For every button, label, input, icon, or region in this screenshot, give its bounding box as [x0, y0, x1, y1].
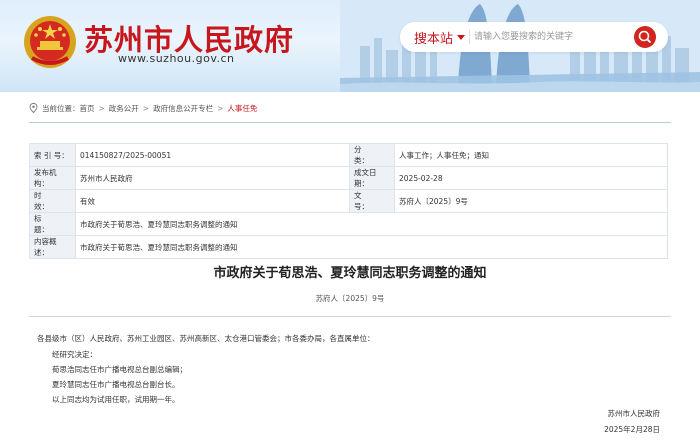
- summary-key: 内容概述：: [29, 235, 76, 259]
- search-box: 搜本站: [400, 22, 668, 52]
- index-value: 014150827/2025-00051: [75, 143, 350, 167]
- document-paragraph: 经研究决定：: [52, 350, 97, 359]
- location-pin-icon: [29, 103, 38, 113]
- breadcrumb-separator: >: [142, 103, 150, 113]
- search-icon: [638, 30, 651, 43]
- breadcrumb-separator: >: [217, 103, 224, 113]
- document-signature: 苏州市人民政府: [607, 409, 661, 418]
- category-key: 分 类：: [349, 143, 395, 167]
- breadcrumb-gov-affairs[interactable]: 政务公开: [109, 103, 139, 114]
- search-input[interactable]: [474, 28, 624, 46]
- breadcrumb-divider: [29, 122, 671, 123]
- info-row: 内容概述： 市政府关于荀思浩、夏玲慧同志职务调整的通知: [29, 235, 668, 259]
- breadcrumb-label: 当前位置：: [42, 103, 80, 113]
- breadcrumb-separator: >: [98, 103, 105, 113]
- info-row: 发布机构： 苏州市人民政府 成文日期： 2025-02-28: [29, 166, 668, 190]
- info-row: 标 题： 市政府关于荀思浩、夏玲慧同志职务调整的通知: [29, 212, 668, 236]
- summary-value: 市政府关于荀思浩、夏玲慧同志职务调整的通知: [75, 235, 668, 259]
- document-date: 2025年2月28日: [604, 425, 660, 434]
- doc-number-value: 苏府人〔2025〕9号: [394, 189, 668, 213]
- document-title: 市政府关于荀思浩、夏玲慧同志职务调整的通知: [213, 266, 487, 281]
- document-paragraph: 以上同志均为试用任职，试用期一年。: [52, 395, 180, 404]
- document-paragraph: 夏玲慧同志任市广播电视总台副台长。: [52, 380, 180, 389]
- doc-number-key: 文 号：: [349, 189, 395, 213]
- validity-value: 有效: [75, 189, 350, 213]
- document-info-table: 索 引 号： 014150827/2025-00051 分 类： 人事工作；人事…: [29, 143, 668, 259]
- document-paragraph: 荀思浩同志任市广播电视总台副总编辑；: [52, 365, 187, 374]
- breadcrumb-home[interactable]: 首页: [80, 103, 95, 114]
- validity-key: 时 效：: [29, 189, 76, 213]
- category-value: 人事工作；人事任免；通知: [394, 143, 668, 167]
- site-url: www.suzhou.gov.cn: [118, 52, 235, 65]
- title-key: 标 题：: [29, 212, 76, 236]
- breadcrumb-current[interactable]: 人事任免: [227, 103, 257, 114]
- chevron-down-icon[interactable]: [457, 35, 465, 40]
- national-emblem-icon: [24, 16, 76, 68]
- date-value: 2025-02-28: [394, 166, 668, 190]
- info-row: 索 引 号： 014150827/2025-00051 分 类： 人事工作；人事…: [29, 143, 668, 167]
- breadcrumb-info-disclosure[interactable]: 政府信息公开专栏: [153, 103, 213, 114]
- document-divider: [29, 316, 671, 317]
- publisher-value: 苏州市人民政府: [75, 166, 350, 190]
- title-value: 市政府关于荀思浩、夏玲慧同志职务调整的通知: [75, 212, 668, 236]
- index-key: 索 引 号：: [29, 143, 76, 167]
- publisher-key: 发布机构：: [29, 166, 76, 190]
- search-divider: [469, 30, 470, 44]
- site-header: 苏州市人民政府 www.suzhou.gov.cn 搜本站: [0, 0, 700, 92]
- document-number: 苏府人〔2025〕9号: [315, 294, 385, 303]
- breadcrumb: 当前位置： 首页 > 政务公开 > 政府信息公开专栏 > 人事任免: [29, 101, 257, 115]
- search-button[interactable]: [634, 26, 656, 48]
- date-key: 成文日期：: [349, 166, 395, 190]
- document-paragraph-addressee: 各县级市（区）人民政府、苏州工业园区、苏州高新区、太仓港口管委会；市各委办局，各…: [37, 334, 375, 343]
- info-row: 时 效： 有效 文 号： 苏府人〔2025〕9号: [29, 189, 668, 213]
- search-scope-dropdown[interactable]: 搜本站: [414, 28, 453, 47]
